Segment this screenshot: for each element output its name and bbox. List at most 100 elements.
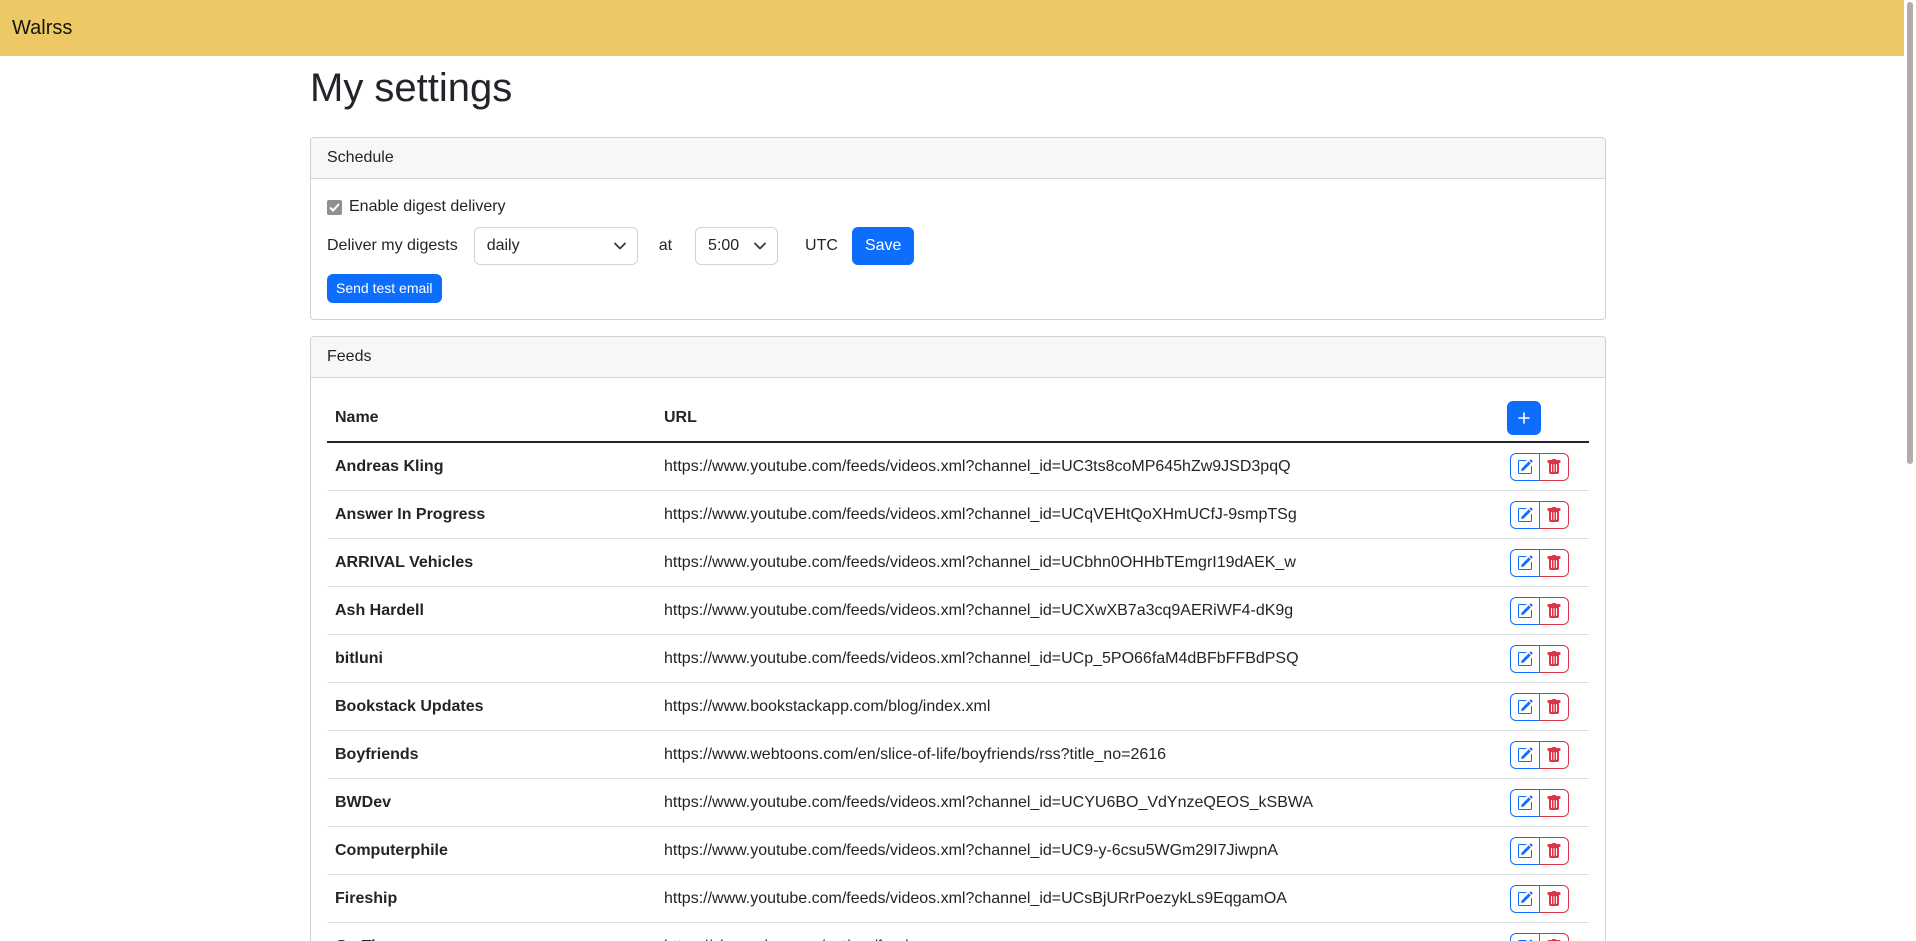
table-row: Bookstack Updates https://www.bookstacka… <box>327 683 1589 731</box>
send-test-email-button[interactable]: Send test email <box>327 274 442 303</box>
feed-name: Computerphile <box>327 827 656 875</box>
pencil-square-icon <box>1517 747 1533 763</box>
delete-feed-button[interactable] <box>1539 597 1569 625</box>
delete-feed-button[interactable] <box>1539 837 1569 865</box>
trash-icon <box>1546 747 1562 763</box>
delete-feed-button[interactable] <box>1539 693 1569 721</box>
navbar: Walrss <box>0 0 1904 56</box>
table-row: Boyfriends https://www.webtoons.com/en/s… <box>327 731 1589 779</box>
feed-name: Go Time <box>327 923 656 941</box>
feeds-card-body: Name URL Andreas Kling https://www.yout <box>311 378 1605 941</box>
time-select[interactable]: 5:00 <box>695 227 778 265</box>
edit-feed-button[interactable] <box>1510 549 1540 577</box>
edit-feed-button[interactable] <box>1510 837 1540 865</box>
delete-feed-button[interactable] <box>1539 885 1569 913</box>
feed-url: https://www.youtube.com/feeds/videos.xml… <box>656 442 1469 491</box>
page-title: My settings <box>310 64 1606 112</box>
feed-actions <box>1469 683 1589 731</box>
table-row: ARRIVAL Vehicles https://www.youtube.com… <box>327 539 1589 587</box>
feeds-card: Feeds Name URL <box>310 336 1606 941</box>
trash-icon <box>1546 699 1562 715</box>
pencil-square-icon <box>1517 843 1533 859</box>
feeds-table: Name URL Andreas Kling https://www.yout <box>327 394 1589 941</box>
table-row: BWDev https://www.youtube.com/feeds/vide… <box>327 779 1589 827</box>
feed-url: https://www.youtube.com/feeds/videos.xml… <box>656 635 1469 683</box>
pencil-square-icon <box>1517 555 1533 571</box>
timezone-label: UTC <box>805 237 838 255</box>
enable-digest-checkbox[interactable] <box>327 200 342 215</box>
edit-feed-button[interactable] <box>1510 933 1540 941</box>
feed-actions <box>1469 731 1589 779</box>
delete-feed-button[interactable] <box>1539 789 1569 817</box>
feed-url: https://www.youtube.com/feeds/videos.xml… <box>656 875 1469 923</box>
pencil-square-icon <box>1517 507 1533 523</box>
delete-feed-button[interactable] <box>1539 549 1569 577</box>
feed-actions <box>1469 539 1589 587</box>
feed-url: https://www.bookstackapp.com/blog/index.… <box>656 683 1469 731</box>
scrollbar-thumb[interactable] <box>1907 2 1913 464</box>
pencil-square-icon <box>1517 459 1533 475</box>
feed-url: https://www.youtube.com/feeds/videos.xml… <box>656 827 1469 875</box>
feed-url: https://www.youtube.com/feeds/videos.xml… <box>656 539 1469 587</box>
feed-name: Boyfriends <box>327 731 656 779</box>
feeds-card-header: Feeds <box>311 337 1605 378</box>
edit-feed-button[interactable] <box>1510 453 1540 481</box>
pencil-square-icon <box>1517 699 1533 715</box>
feed-actions <box>1469 923 1589 941</box>
edit-feed-button[interactable] <box>1510 645 1540 673</box>
enable-digest-label[interactable]: Enable digest delivery <box>349 198 506 216</box>
pencil-square-icon <box>1517 603 1533 619</box>
feed-actions <box>1469 827 1589 875</box>
delete-feed-button[interactable] <box>1539 645 1569 673</box>
brand-link[interactable]: Walrss <box>12 17 72 40</box>
delete-feed-button[interactable] <box>1539 501 1569 529</box>
feeds-table-body: Andreas Kling https://www.youtube.com/fe… <box>327 442 1589 941</box>
feed-name: Answer In Progress <box>327 491 656 539</box>
trash-icon <box>1546 507 1562 523</box>
table-row: Andreas Kling https://www.youtube.com/fe… <box>327 442 1589 491</box>
edit-feed-button[interactable] <box>1510 693 1540 721</box>
feed-url: https://www.youtube.com/feeds/videos.xml… <box>656 587 1469 635</box>
edit-feed-button[interactable] <box>1510 597 1540 625</box>
table-row: bitluni https://www.youtube.com/feeds/vi… <box>327 635 1589 683</box>
add-feed-button[interactable] <box>1507 401 1541 435</box>
pencil-square-icon <box>1517 651 1533 667</box>
chevron-down-icon <box>753 241 767 251</box>
feed-name: BWDev <box>327 779 656 827</box>
schedule-card-header: Schedule <box>311 138 1605 179</box>
edit-feed-button[interactable] <box>1510 885 1540 913</box>
feed-url: https://www.webtoons.com/en/slice-of-lif… <box>656 731 1469 779</box>
column-header-name: Name <box>327 394 656 442</box>
save-button[interactable]: Save <box>852 227 914 265</box>
delete-feed-button[interactable] <box>1539 453 1569 481</box>
trash-icon <box>1546 459 1562 475</box>
at-label: at <box>659 237 672 255</box>
schedule-card: Schedule Enable digest delivery Deliver … <box>310 137 1606 320</box>
table-row: Fireship https://www.youtube.com/feeds/v… <box>327 875 1589 923</box>
edit-feed-button[interactable] <box>1510 789 1540 817</box>
feed-name: bitluni <box>327 635 656 683</box>
feed-actions <box>1469 442 1589 491</box>
trash-icon <box>1546 843 1562 859</box>
feed-url: https://www.youtube.com/feeds/videos.xml… <box>656 779 1469 827</box>
trash-icon <box>1546 795 1562 811</box>
feed-url: https://www.youtube.com/feeds/videos.xml… <box>656 491 1469 539</box>
table-row: Computerphile https://www.youtube.com/fe… <box>327 827 1589 875</box>
feed-actions <box>1469 875 1589 923</box>
column-header-actions <box>1469 394 1589 442</box>
frequency-select[interactable]: daily <box>474 227 638 265</box>
checkmark-icon <box>329 203 340 212</box>
feed-name: Fireship <box>327 875 656 923</box>
feed-actions <box>1469 491 1589 539</box>
time-select-value: 5:00 <box>708 237 739 255</box>
trash-icon <box>1546 891 1562 907</box>
delete-feed-button[interactable] <box>1539 933 1569 941</box>
trash-icon <box>1546 555 1562 571</box>
edit-feed-button[interactable] <box>1510 501 1540 529</box>
edit-feed-button[interactable] <box>1510 741 1540 769</box>
delete-feed-button[interactable] <box>1539 741 1569 769</box>
feed-name: Bookstack Updates <box>327 683 656 731</box>
scrollbar[interactable] <box>1904 0 1916 941</box>
table-row: Ash Hardell https://www.youtube.com/feed… <box>327 587 1589 635</box>
table-row: Go Time https://changelog.com/gotime/fee… <box>327 923 1589 941</box>
